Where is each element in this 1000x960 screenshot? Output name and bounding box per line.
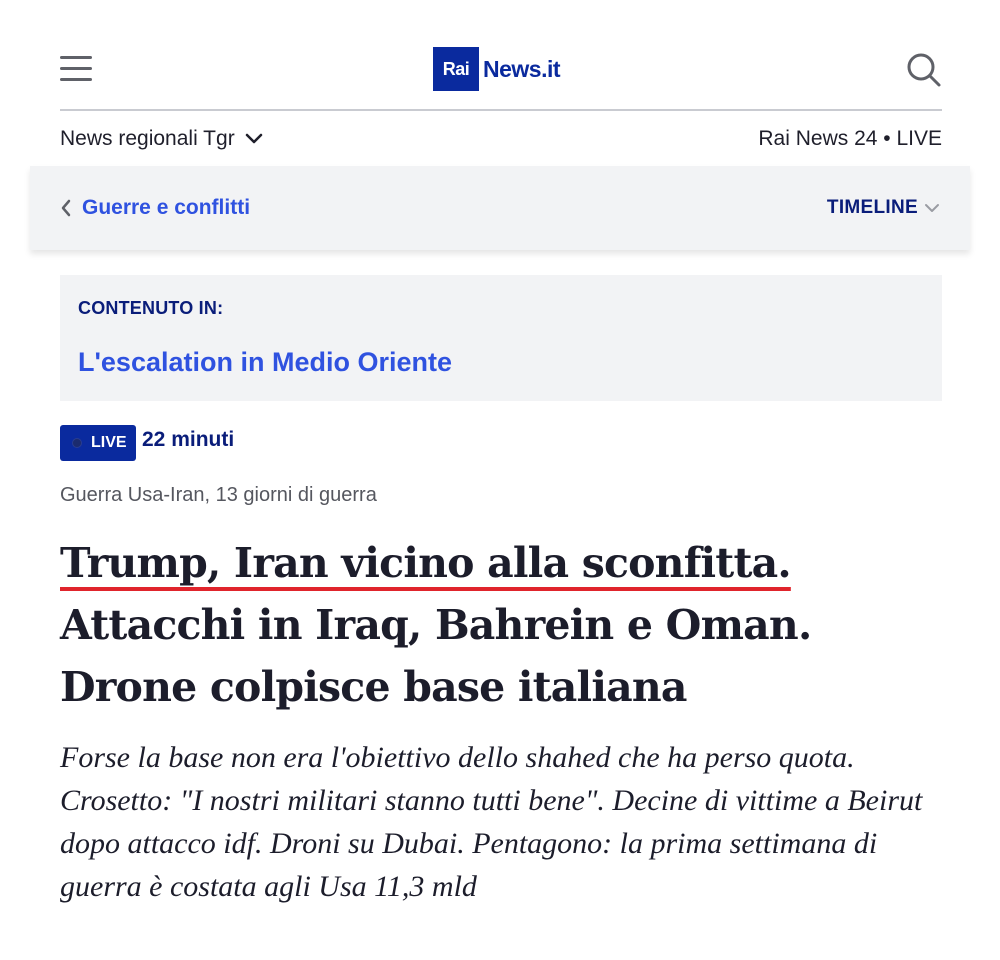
timeline-dropdown[interactable]: TIMELINE xyxy=(827,193,940,223)
live-elapsed-time: 22 minuti xyxy=(142,428,235,451)
logo-rai: Rai xyxy=(433,47,479,91)
chevron-down-icon xyxy=(245,133,262,144)
headline-rest: Attacchi in Iraq, Bahrein e Oman. Drone … xyxy=(60,601,812,711)
content-in-link[interactable]: L'escalation in Medio Oriente xyxy=(78,347,452,378)
search-icon xyxy=(907,53,941,87)
article-headline: Trump, Iran vicino alla sconfitta. Attac… xyxy=(60,532,950,718)
header-divider xyxy=(60,109,942,111)
site-logo[interactable]: Rai News.it xyxy=(433,47,561,91)
menu-button[interactable] xyxy=(60,54,92,82)
section-label: Guerre e conflitti xyxy=(82,196,251,219)
chevron-down-icon xyxy=(925,204,939,212)
back-to-section-link[interactable]: Guerre e conflitti xyxy=(60,193,250,223)
regional-news-dropdown[interactable]: News regionali Tgr xyxy=(60,124,263,154)
hamburger-icon xyxy=(60,56,92,59)
live-badge-label: LIVE xyxy=(91,434,127,451)
article-kicker: Guerra Usa-Iran, 13 giorni di guerra xyxy=(60,484,377,506)
live-channel-link[interactable]: Rai News 24 • LIVE xyxy=(758,124,942,154)
regional-news-label: News regionali Tgr xyxy=(60,127,235,150)
live-dot-icon xyxy=(72,438,82,448)
content-in-box xyxy=(60,275,942,401)
headline-highlight: Trump, Iran vicino alla sconfitta. xyxy=(60,539,792,587)
timeline-label: TIMELINE xyxy=(826,197,918,218)
search-button[interactable] xyxy=(906,52,942,88)
hamburger-line xyxy=(60,78,92,81)
live-badge[interactable]: LIVE xyxy=(60,425,136,461)
chevron-left-icon xyxy=(61,199,71,217)
article-summary: Forse la base non era l'obiettivo dello … xyxy=(60,741,923,903)
hamburger-line xyxy=(60,67,92,70)
content-in-label: CONTENUTO IN: xyxy=(78,298,224,318)
logo-news: News.it xyxy=(483,55,561,82)
